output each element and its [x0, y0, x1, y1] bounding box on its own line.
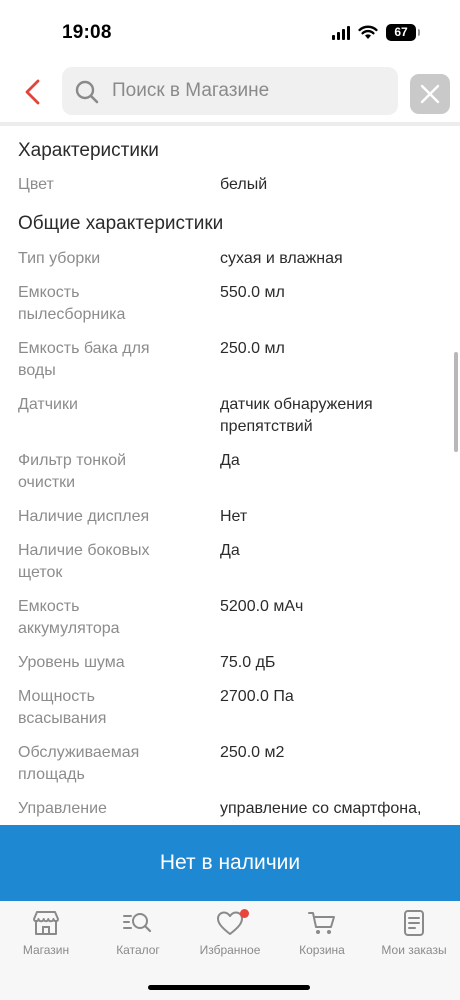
back-button[interactable] [18, 76, 48, 108]
cellular-signal-icon [332, 25, 350, 40]
spec-value: 75.0 дБ [220, 654, 276, 671]
spec-label-color: Цвет [18, 176, 54, 193]
spec-value: 550.0 мл [220, 284, 285, 301]
spec-label: Управление [18, 800, 107, 817]
spec-value: управление со смартфона, [220, 800, 422, 817]
tab-cart[interactable]: Корзина [276, 909, 368, 965]
tab-label: Избранное [199, 943, 261, 957]
spec-label: Наличие боковых щеток [18, 542, 150, 581]
favorites-badge-dot [240, 909, 249, 918]
spec-label: Емкость аккумулятора [18, 598, 120, 637]
out-of-stock-button[interactable]: Нет в наличии [0, 825, 460, 901]
spec-label: Датчики [18, 396, 78, 413]
home-indicator [148, 985, 310, 990]
status-bar: 19:08 67 [0, 0, 460, 58]
catalog-search-icon [123, 913, 152, 933]
orders-icon [404, 910, 424, 936]
spec-value: 250.0 м2 [220, 744, 285, 761]
spec-label: Емкость пылесборника [18, 284, 126, 323]
tab-my-orders[interactable]: Мои заказы [368, 909, 460, 965]
search-icon [75, 80, 99, 104]
spec-value: Да [220, 542, 240, 559]
search-input[interactable] [112, 67, 392, 115]
tab-catalog[interactable]: Каталог [92, 909, 184, 965]
search-header [0, 66, 460, 118]
wifi-icon [358, 25, 378, 39]
tab-label: Мои заказы [381, 943, 447, 957]
spec-label: Мощность всасывания [18, 688, 107, 727]
spec-value: сухая и влажная [220, 250, 343, 267]
spec-label: Уровень шума [18, 654, 125, 671]
spec-value: 5200.0 мАч [220, 598, 304, 615]
spec-label: Обслуживаемая площадь [18, 744, 140, 783]
specs-content[interactable]: Характеристики Цвет белый Общие характер… [0, 126, 460, 824]
tab-favorites[interactable]: Избранное [184, 909, 276, 965]
cart-icon [308, 912, 335, 934]
section-title-characteristics: Характеристики [18, 140, 159, 161]
spec-value: Нет [220, 508, 248, 525]
spec-value: 2700.0 Па [220, 688, 294, 705]
spec-value: датчик обнаружения препятствий [220, 396, 373, 435]
spec-label: Фильтр тонкой очистки [18, 452, 127, 491]
tab-label: Каталог [116, 943, 160, 957]
tab-label: Магазин [22, 943, 70, 957]
spec-value: 250.0 мл [220, 340, 285, 357]
close-icon [420, 84, 440, 104]
spec-value-color: белый [220, 176, 268, 193]
scrollbar[interactable] [454, 352, 458, 452]
spec-value: Да [220, 452, 240, 469]
tab-label: Корзина [299, 943, 345, 957]
search-box[interactable] [62, 67, 398, 115]
section-title-general: Общие характеристики [18, 213, 224, 234]
spec-label: Тип уборки [18, 250, 101, 267]
clear-search-button[interactable] [410, 74, 450, 114]
spec-label: Емкость бака для воды [18, 340, 150, 379]
spec-label: Наличие дисплея [18, 508, 150, 525]
status-icons: 67 [332, 24, 420, 41]
tab-store[interactable]: Магазин [0, 909, 92, 965]
battery-indicator: 67 [386, 24, 420, 41]
chevron-left-icon [25, 79, 40, 105]
store-icon [33, 911, 59, 935]
status-time: 19:08 [62, 22, 112, 43]
